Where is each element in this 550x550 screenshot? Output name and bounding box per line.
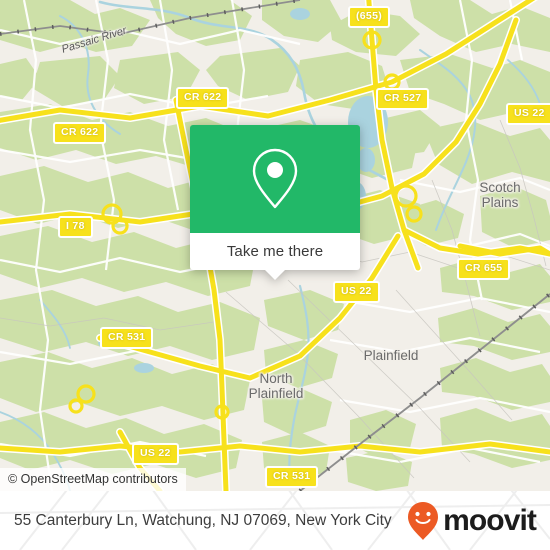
road-shield: I 78 (58, 216, 93, 238)
callout-image-area (190, 125, 360, 233)
moovit-brand: moovit (406, 501, 537, 541)
road-shield: US 22 (333, 281, 380, 303)
road-shield: (655) (348, 6, 391, 28)
road-shield: CR 531 (265, 466, 319, 488)
place-label-north-plainfield: North Plainfield (248, 371, 304, 401)
moovit-smiling-pin-icon (408, 501, 439, 540)
road-shield: CR 527 (376, 88, 430, 110)
place-label-scotch-plains: Scotch Plains (479, 180, 521, 210)
map-screen: (655) CR 622 CR 527 US 22 CR 622 I 78 CR… (0, 0, 550, 550)
moovit-wordmark: moovit (443, 503, 537, 537)
location-pin-icon (252, 148, 298, 209)
map-attribution[interactable]: © OpenStreetMap contributors (0, 468, 186, 491)
road-shield: CR 531 (100, 327, 154, 349)
callout-pointer (264, 269, 286, 280)
take-me-there-label: Take me there (226, 243, 324, 260)
address-text: 55 Canterbury Ln, Watchung, NJ 07069, Ne… (14, 512, 392, 529)
footer-bar: 55 Canterbury Ln, Watchung, NJ 07069, Ne… (0, 491, 550, 550)
road-shield: US 22 (132, 443, 179, 465)
road-shield: CR 622 (53, 122, 107, 144)
road-shield: CR 622 (176, 87, 230, 109)
take-me-there-button[interactable]: Take me there (190, 233, 360, 280)
place-label-plainfield: Plainfield (363, 348, 419, 363)
road-shield: CR 655 (457, 258, 511, 280)
map-canvas[interactable]: (655) CR 622 CR 527 US 22 CR 622 I 78 CR… (0, 0, 550, 491)
road-shield: US 22 (506, 103, 550, 125)
location-callout[interactable]: Take me there (190, 125, 360, 280)
